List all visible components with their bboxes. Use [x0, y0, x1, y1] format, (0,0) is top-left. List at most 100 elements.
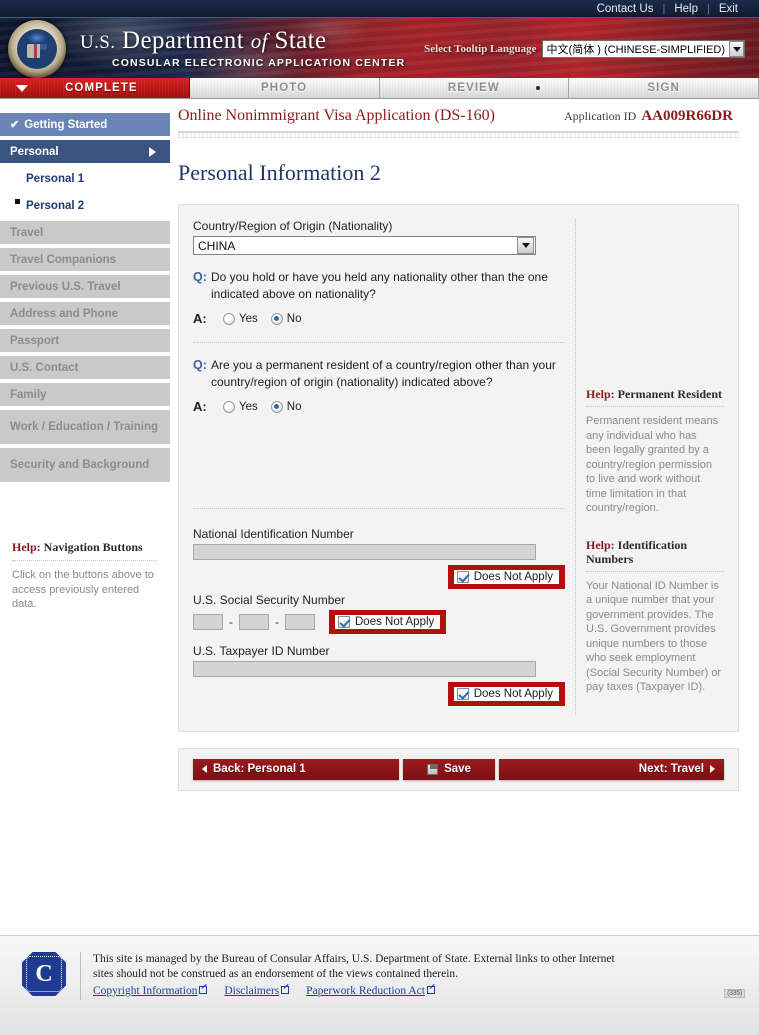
- national-id-input[interactable]: [193, 544, 536, 560]
- taxpayer-id-does-not-apply[interactable]: Does Not Apply: [453, 687, 559, 701]
- sidebar-help-navigation-buttons: Help: Navigation Buttons Click on the bu…: [0, 540, 170, 612]
- question-group-permanent-resident: Q: Are you a permanent resident of a cou…: [193, 357, 565, 414]
- contact-us-link[interactable]: Contact Us: [588, 3, 663, 15]
- form-panel-right-help: Help: Permanent Resident Permanent resid…: [575, 219, 724, 715]
- checkbox-icon[interactable]: [456, 688, 469, 700]
- nationality-select[interactable]: CHINA: [193, 236, 536, 255]
- sidebar-item-label: Personal: [10, 145, 59, 158]
- next-button-label: Next: Travel: [638, 763, 704, 775]
- page-footer: C This site is managed by the Bureau of …: [0, 935, 759, 1035]
- sidebar-item-previous-us-travel: Previous U.S. Travel: [0, 275, 170, 298]
- ssn-part-2-input[interactable]: [239, 614, 269, 630]
- sidebar-item-label: Personal 2: [26, 199, 85, 212]
- taxpayer-id-input[interactable]: [193, 661, 536, 677]
- ssn-label: U.S. Social Security Number: [193, 593, 346, 607]
- question-row: Q: Do you hold or have you held any nati…: [193, 269, 565, 302]
- highlight-box: Does Not Apply: [329, 610, 447, 634]
- help-link[interactable]: Help: [665, 3, 707, 15]
- ssn-dash-2: -: [275, 615, 279, 629]
- sidebar-item-personal-2[interactable]: Personal 2: [0, 194, 170, 217]
- form-panel-left: Country/Region of Origin (Nationality) C…: [193, 219, 565, 715]
- paperwork-reduction-act-link[interactable]: Paperwork Reduction Act: [306, 985, 435, 997]
- paperwork-reduction-act-label: Paperwork Reduction Act: [306, 985, 425, 997]
- question-text: Are you a permanent resident of a countr…: [211, 358, 556, 389]
- tab-photo[interactable]: PHOTO: [189, 78, 380, 98]
- copyright-information-label: Copyright Information: [93, 985, 198, 997]
- highlight-box: Does Not Apply: [447, 565, 565, 589]
- version-code: (335): [724, 989, 745, 998]
- radio-option-yes[interactable]: Yes: [223, 400, 258, 413]
- sidebar-item-label: Security and Background: [10, 458, 150, 471]
- back-button-label: Back: Personal 1: [213, 763, 306, 775]
- back-button[interactable]: Back: Personal 1: [193, 758, 399, 780]
- answer-row: A: Yes No: [193, 399, 565, 414]
- sidebar-help-title: Help: Navigation Buttons: [12, 540, 156, 561]
- tooltip-language-selector[interactable]: Select Tooltip Language 中文(简体 ) (CHINESE…: [424, 40, 745, 58]
- radio-label-yes: Yes: [239, 312, 258, 325]
- help-card-title: Help: Identification Numbers: [586, 538, 724, 572]
- application-title: Online Nonimmigrant Visa Application (DS…: [178, 107, 495, 124]
- sidebar-item-label: Address and Phone: [10, 307, 118, 320]
- disclaimers-link[interactable]: Disclaimers: [224, 985, 290, 997]
- sidebar-item-label: Previous U.S. Travel: [10, 280, 121, 293]
- radio-button-no[interactable]: [270, 312, 283, 325]
- ssn-input-row: - - Does Not Apply: [193, 610, 565, 634]
- help-card-title-prefix: Help:: [586, 537, 615, 552]
- sidebar-item-personal[interactable]: Personal: [0, 140, 170, 163]
- national-id-field-group: National Identification Number Does Not …: [193, 527, 565, 589]
- dot-icon: [536, 86, 541, 90]
- radio-group-other-nationality[interactable]: Yes No: [223, 312, 301, 325]
- ssn-part-1-input[interactable]: [193, 614, 223, 630]
- sidebar-item-getting-started[interactable]: ✔ Getting Started: [0, 113, 170, 136]
- application-header: Online Nonimmigrant Visa Application (DS…: [178, 99, 739, 133]
- tooltip-language-dropdown[interactable]: 中文(简体 ) (CHINESE-SIMPLIFIED): [541, 40, 745, 58]
- taxpayer-id-does-not-apply-row: Does Not Apply: [193, 682, 565, 706]
- external-link-icon: [199, 986, 208, 994]
- checkbox-icon[interactable]: [456, 571, 469, 583]
- tab-complete[interactable]: COMPLETE: [0, 78, 190, 98]
- taxpayer-id-label: U.S. Taxpayer ID Number: [193, 644, 330, 658]
- ssn-does-not-apply[interactable]: Does Not Apply: [335, 615, 441, 629]
- check-icon: ✔: [10, 119, 20, 131]
- radio-button-yes[interactable]: [223, 312, 235, 325]
- sidebar-item-travel: Travel: [0, 221, 170, 244]
- ssn-part-3-input[interactable]: [285, 614, 315, 630]
- tab-sign-label: SIGN: [647, 82, 680, 94]
- national-id-label: National Identification Number: [193, 527, 354, 541]
- sidebar-item-security-and-background: Security and Background: [0, 448, 170, 482]
- triangle-down-icon: [16, 84, 28, 92]
- exit-link[interactable]: Exit: [710, 3, 747, 15]
- main-layout: ✔ Getting Started Personal Personal 1 Pe…: [0, 99, 759, 919]
- radio-label-yes: Yes: [239, 400, 258, 413]
- sidebar-item-label: Family: [10, 388, 47, 401]
- save-button[interactable]: Save: [403, 758, 495, 780]
- sidebar-item-address-and-phone: Address and Phone: [0, 302, 170, 325]
- chevron-down-icon[interactable]: [729, 41, 744, 57]
- checkbox-icon[interactable]: [338, 616, 350, 628]
- radio-group-permanent-resident[interactable]: Yes No: [223, 400, 301, 413]
- radio-option-no[interactable]: No: [270, 312, 301, 325]
- banner-title-state: State: [274, 27, 327, 54]
- radio-option-yes[interactable]: Yes: [223, 312, 258, 325]
- external-link-icon: [281, 986, 290, 994]
- tab-review[interactable]: REVIEW: [379, 78, 570, 98]
- footer-text-line-2: sites should not be construed as an endo…: [93, 968, 459, 980]
- next-button[interactable]: Next: Travel: [499, 758, 724, 780]
- copyright-information-link[interactable]: Copyright Information: [93, 985, 208, 997]
- chevron-down-icon[interactable]: [517, 237, 534, 254]
- square-bullet-icon: [15, 199, 20, 204]
- national-id-does-not-apply[interactable]: Does Not Apply: [453, 570, 559, 584]
- radio-button-no[interactable]: [270, 400, 283, 413]
- header-rule: [178, 133, 739, 138]
- content-area: Online Nonimmigrant Visa Application (DS…: [170, 99, 759, 919]
- radio-option-no[interactable]: No: [270, 400, 301, 413]
- radio-button-yes[interactable]: [223, 400, 235, 413]
- sidebar-item-label: Work / Education / Training: [10, 420, 159, 433]
- sidebar-item-personal-1[interactable]: Personal 1: [0, 167, 170, 190]
- does-not-apply-label: Does Not Apply: [355, 616, 435, 628]
- help-card-identification-numbers: Help: Identification Numbers Your Nation…: [586, 538, 724, 695]
- tab-photo-label: PHOTO: [261, 82, 308, 94]
- tab-sign[interactable]: SIGN: [569, 78, 759, 98]
- section-divider-2: [193, 508, 565, 509]
- progress-tab-strip: COMPLETE PHOTO REVIEW SIGN: [0, 78, 759, 99]
